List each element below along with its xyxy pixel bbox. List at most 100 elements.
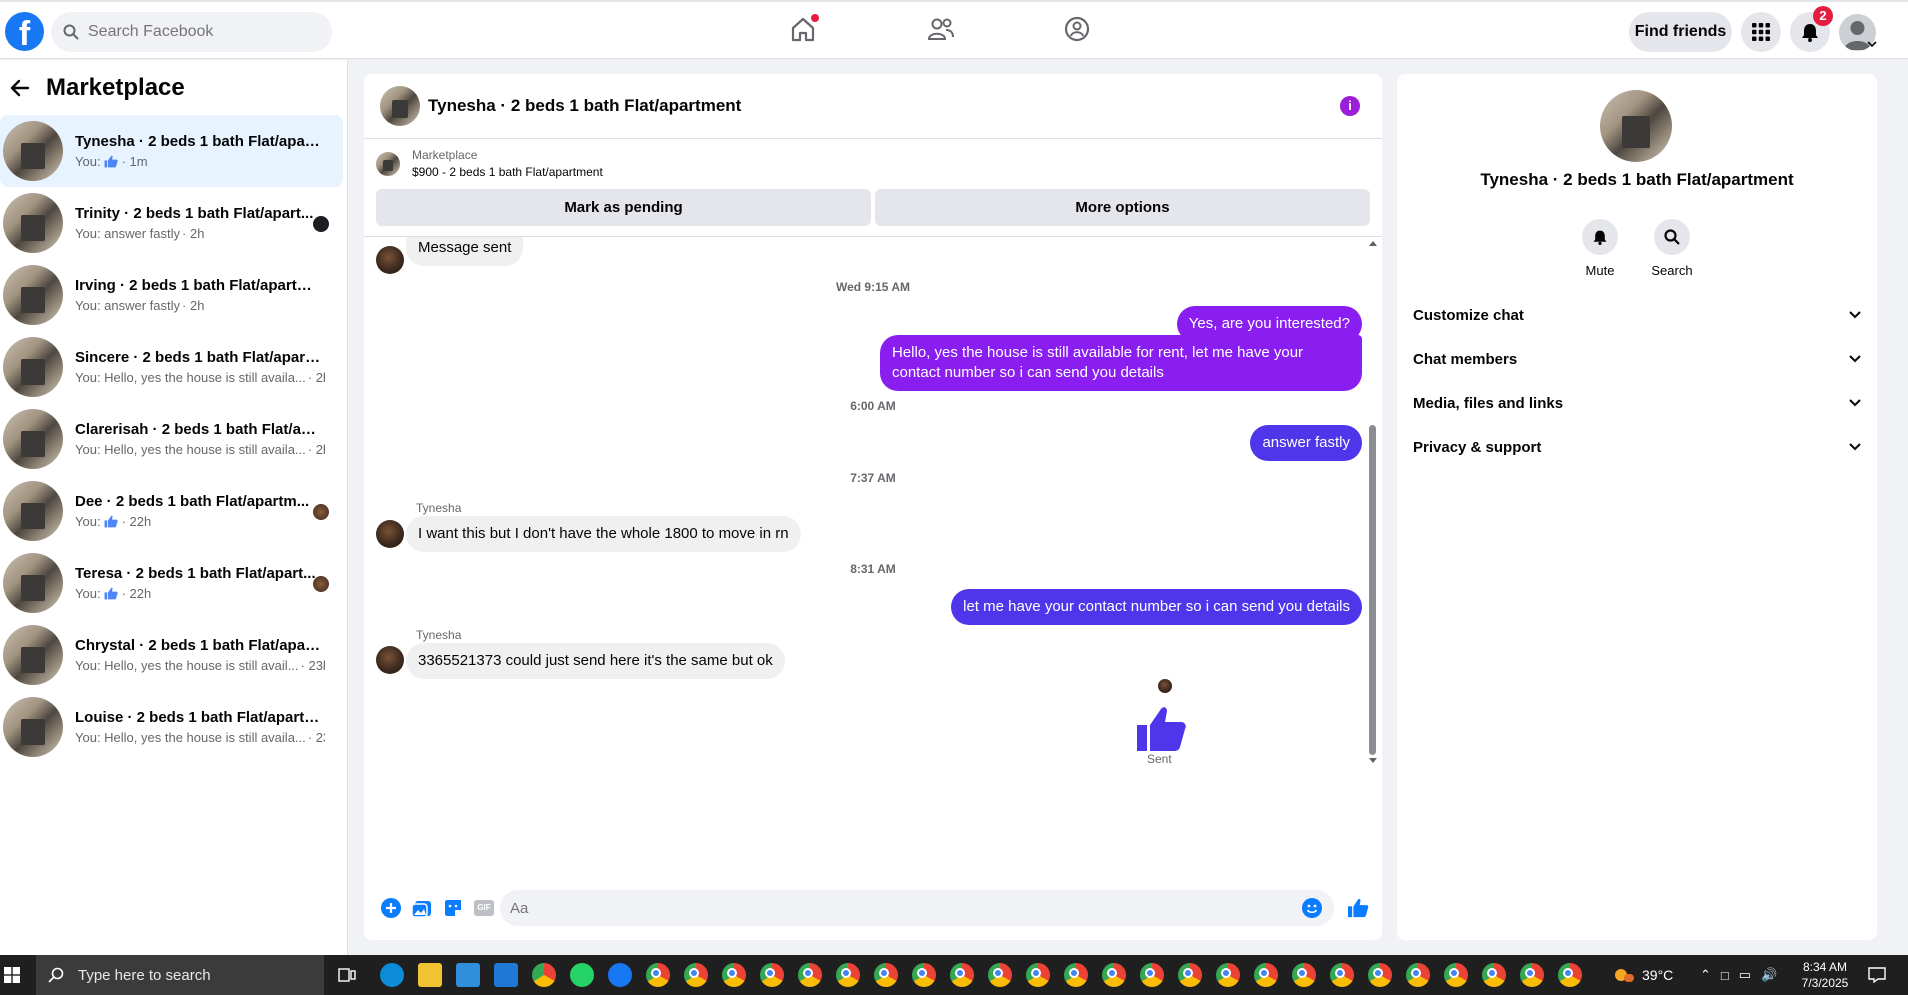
chat-title[interactable]: Tynesha · 2 beds 1 bath Flat/apartment — [428, 96, 741, 116]
chrome-window-icon[interactable] — [1330, 963, 1354, 987]
chevron-down-icon — [1849, 355, 1861, 363]
mail-icon[interactable] — [494, 963, 518, 987]
more-actions-button[interactable] — [379, 896, 403, 920]
account-chevron-down-icon[interactable] — [1867, 40, 1877, 48]
facebook-logo-icon[interactable]: f — [5, 12, 44, 51]
microsoft-store-icon[interactable] — [456, 963, 480, 987]
chrome-window-icon[interactable] — [1558, 963, 1582, 987]
conversation-thumbnail — [3, 121, 63, 181]
chrome-window-icon[interactable] — [722, 963, 746, 987]
volume-icon[interactable]: 🔊 — [1761, 967, 1777, 983]
meet-icon[interactable]: □ — [1721, 968, 1729, 983]
chrome-window-icon[interactable] — [1444, 963, 1468, 987]
seen-indicator-avatar — [1158, 679, 1172, 693]
chrome-window-icon[interactable] — [760, 963, 784, 987]
edge-browser-icon[interactable] — [380, 963, 404, 987]
conversation-item[interactable]: Louise · 2 beds 1 bath Flat/apartm... You… — [0, 691, 343, 763]
chrome-window-icon[interactable] — [988, 963, 1012, 987]
facebook-taskbar-icon[interactable] — [608, 963, 632, 987]
notification-center-icon[interactable] — [1868, 967, 1886, 983]
chrome-window-icon[interactable] — [1406, 963, 1430, 987]
network-icon[interactable]: ▭ — [1739, 967, 1751, 983]
mark-as-pending-button[interactable]: Mark as pending — [376, 189, 871, 226]
attach-photo-button[interactable] — [410, 896, 434, 920]
message-bubble-outgoing: let me have your contact number so i can… — [951, 589, 1362, 625]
conversation-item[interactable]: Sincere · 2 beds 1 bath Flat/apartm... Yo… — [0, 331, 343, 403]
chrome-window-icon[interactable] — [874, 963, 898, 987]
groups-nav-button[interactable] — [1063, 15, 1093, 45]
chrome-window-icon[interactable] — [912, 963, 936, 987]
home-nav-button[interactable] — [789, 14, 819, 45]
scroll-down-arrow-icon[interactable] — [1368, 757, 1378, 765]
thumbs-up-icon — [104, 515, 118, 528]
customize-chat-section[interactable]: Customize chat — [1413, 297, 1861, 333]
mute-action[interactable]: Mute — [1565, 219, 1635, 278]
task-view-icon[interactable] — [338, 967, 356, 983]
chrome-window-icon[interactable] — [1368, 963, 1392, 987]
file-explorer-icon[interactable] — [418, 963, 442, 987]
search-in-conversation-action[interactable]: Search — [1637, 219, 1707, 278]
seen-avatar — [313, 504, 329, 520]
message-input[interactable] — [510, 899, 1270, 917]
whatsapp-icon[interactable] — [570, 963, 594, 987]
chrome-window-icon[interactable] — [798, 963, 822, 987]
chrome-window-icon[interactable] — [1178, 963, 1202, 987]
chrome-window-icon[interactable] — [684, 963, 708, 987]
sender-name: Tynesha — [416, 628, 462, 642]
system-tray-icons[interactable]: ⌃ □ ▭ 🔊 — [1700, 955, 1777, 995]
conversation-item[interactable]: Clarerisah · 2 beds 1 bath Flat/apar... Y… — [0, 403, 343, 475]
contact-listing-photo[interactable] — [1600, 90, 1672, 162]
chrome-window-icon[interactable] — [646, 963, 670, 987]
timestamp: 6:00 AM — [850, 399, 896, 413]
find-friends-button[interactable]: Find friends — [1629, 12, 1732, 52]
chevron-down-icon — [1849, 311, 1861, 319]
facebook-search-box[interactable] — [51, 12, 332, 52]
sticker-icon — [445, 900, 461, 916]
marketplace-listing-row[interactable]: Marketplace $900 - 2 beds 1 bath Flat/ap… — [364, 139, 1382, 189]
chrome-window-icon[interactable] — [1254, 963, 1278, 987]
thumbs-up-icon — [104, 155, 118, 168]
conversation-item[interactable]: Chrystal · 2 beds 1 bath Flat/apart... Yo… — [0, 619, 343, 691]
chrome-window-icon[interactable] — [1292, 963, 1316, 987]
chat-members-section[interactable]: Chat members — [1413, 341, 1861, 377]
back-arrow-icon[interactable] — [10, 78, 30, 98]
weather-widget[interactable]: 39°C — [1612, 955, 1673, 995]
emoji-icon[interactable] — [1302, 898, 1322, 918]
conversation-item[interactable]: Teresa · 2 beds 1 bath Flat/apart... You:… — [0, 547, 343, 619]
conversation-item[interactable]: Trinity · 2 beds 1 bath Flat/apart... You… — [0, 187, 343, 259]
conversation-preview: You: answer fastly · 2h — [75, 298, 325, 313]
scroll-up-arrow-icon[interactable] — [1368, 239, 1378, 247]
send-like-icon[interactable] — [1347, 898, 1369, 918]
friends-nav-button[interactable] — [926, 15, 956, 45]
chrome-window-icon[interactable] — [950, 963, 974, 987]
message-scrollbar-thumb[interactable] — [1369, 425, 1376, 755]
clock[interactable]: 8:34 AM 7/3/2025 — [1790, 955, 1860, 995]
listing-thumbnail[interactable] — [380, 86, 420, 126]
conversation-item[interactable]: Tynesha · 2 beds 1 bath Flat/apart... You… — [0, 115, 343, 187]
chrome-window-icon[interactable] — [1102, 963, 1126, 987]
chrome-window-icon[interactable] — [1520, 963, 1544, 987]
clock-date: 7/3/2025 — [1801, 976, 1849, 990]
chevron-up-icon[interactable]: ⌃ — [1700, 967, 1711, 983]
chrome-icon[interactable] — [532, 963, 556, 987]
more-options-button[interactable]: More options — [875, 189, 1370, 226]
chrome-window-icon[interactable] — [1064, 963, 1088, 987]
media-files-links-section[interactable]: Media, files and links — [1413, 385, 1861, 421]
conversation-item[interactable]: Dee · 2 beds 1 bath Flat/apartm... You: · … — [0, 475, 343, 547]
menu-button[interactable] — [1741, 12, 1781, 52]
taskbar-search-box[interactable]: Type here to search — [36, 955, 324, 995]
chrome-window-icon[interactable] — [1026, 963, 1050, 987]
chrome-window-icon[interactable] — [836, 963, 860, 987]
chrome-window-icon[interactable] — [1482, 963, 1506, 987]
conversation-item[interactable]: Irving · 2 beds 1 bath Flat/apartme... Yo… — [0, 259, 343, 331]
privacy-support-section[interactable]: Privacy & support — [1413, 429, 1861, 465]
chrome-window-icon[interactable] — [1216, 963, 1240, 987]
gif-button[interactable]: GIF — [472, 896, 496, 920]
chrome-window-icon[interactable] — [1140, 963, 1164, 987]
bell-icon — [1802, 24, 1818, 42]
info-icon[interactable]: i — [1340, 96, 1360, 116]
sticker-button[interactable] — [441, 896, 465, 920]
windows-start-icon[interactable] — [4, 967, 20, 983]
message-input-box[interactable] — [500, 890, 1334, 926]
facebook-search-input[interactable] — [88, 23, 308, 41]
